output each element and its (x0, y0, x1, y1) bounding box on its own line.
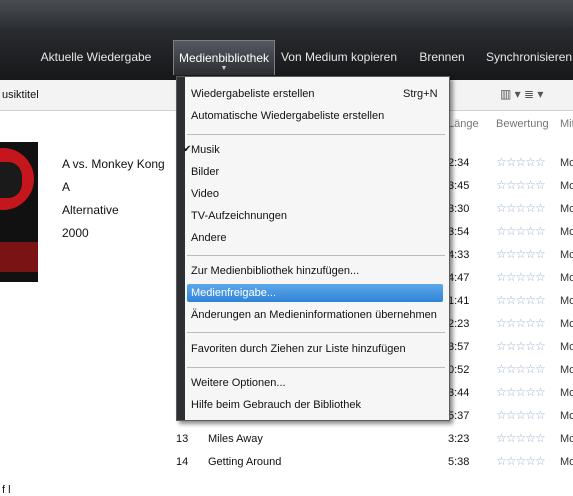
menu-item-add-favorites[interactable]: Favoriten durch Ziehen zur Liste hinzufü… (191, 343, 406, 355)
menu-gutter (177, 77, 185, 420)
rating-stars[interactable]: ☆☆☆☆☆ (496, 155, 546, 169)
album-art-strip (0, 242, 38, 272)
menu-item-create-playlist[interactable]: Wiedergabeliste erstellen (191, 88, 315, 100)
rating-stars[interactable]: ☆☆☆☆☆ (496, 431, 546, 445)
menu-separator (187, 134, 445, 135)
menu-separator (187, 367, 445, 368)
mit-cell: Mo (560, 387, 573, 399)
rating-stars[interactable]: ☆☆☆☆☆ (496, 224, 546, 238)
mit-cell: Mo (560, 249, 573, 261)
tab-burn[interactable]: Brennen (414, 40, 470, 74)
rating-stars[interactable]: ☆☆☆☆☆ (496, 339, 546, 353)
mit-cell: Mo (560, 341, 573, 353)
mit-cell: Mo (560, 226, 573, 238)
track-length: 3:23 (448, 433, 470, 445)
mit-cell: Mo (560, 318, 573, 330)
menu-item-music[interactable]: ✔ Musik (183, 144, 220, 156)
track-length: 2:23 (448, 318, 470, 330)
mit-cell: Mo (560, 203, 573, 215)
menu-item-other[interactable]: Andere (191, 232, 226, 244)
tab-rip[interactable]: Von Medium kopieren (280, 40, 398, 74)
album-title: A (62, 180, 71, 194)
menu-item-apply-changes[interactable]: Änderungen an Medieninformationen überne… (191, 309, 437, 321)
chevron-down-icon: ▼ (220, 65, 228, 72)
menu-separator (187, 332, 445, 333)
menu-item-create-auto-playlist[interactable]: Automatische Wiedergabeliste erstellen (191, 110, 384, 122)
rating-stars[interactable]: ☆☆☆☆☆ (496, 201, 546, 215)
rating-stars[interactable]: ☆☆☆☆☆ (496, 316, 546, 330)
checkmark-icon: ✔ (183, 144, 192, 155)
mit-cell: Mo (560, 410, 573, 422)
mit-cell: Mo (560, 364, 573, 376)
rating-stars[interactable]: ☆☆☆☆☆ (496, 362, 546, 376)
rating-stars[interactable]: ☆☆☆☆☆ (496, 178, 546, 192)
track-number: 14 (176, 456, 189, 468)
rating-stars[interactable]: ☆☆☆☆☆ (496, 293, 546, 307)
track-length: 3:57 (448, 341, 470, 353)
menu-item-more-options[interactable]: Weitere Optionen... (191, 377, 286, 389)
rating-stars[interactable]: ☆☆☆☆☆ (496, 408, 546, 422)
rating-stars[interactable]: ☆☆☆☆☆ (496, 270, 546, 284)
menu-item-tv[interactable]: TV-Aufzeichnungen (191, 210, 287, 222)
rating-stars[interactable]: ☆☆☆☆☆ (496, 247, 546, 261)
menu-shortcut-create-playlist: Strg+N (403, 88, 438, 100)
track-length: 3:54 (448, 226, 470, 238)
menu-item-pictures[interactable]: Bilder (191, 166, 219, 178)
menu-item-add-to-library[interactable]: Zur Medienbibliothek hinzufügen... (191, 265, 359, 277)
column-header-mit[interactable]: Mit (560, 118, 573, 130)
menu-item-label: Musik (191, 144, 220, 156)
rating-stars[interactable]: ☆☆☆☆☆ (496, 385, 546, 399)
footer-text: f l (2, 484, 11, 496)
track-number: 13 (176, 433, 189, 445)
track-title[interactable]: Getting Around (208, 456, 281, 468)
track-length: 4:33 (448, 249, 470, 261)
breadcrumb[interactable]: usiktitel (2, 89, 39, 101)
rating-stars[interactable]: ☆☆☆☆☆ (496, 454, 546, 468)
track-length: 2:34 (448, 157, 470, 169)
album-artist: A vs. Monkey Kong (62, 157, 165, 171)
library-dropdown-menu: Wiedergabeliste erstellen Strg+N Automat… (176, 76, 450, 421)
track-length: 5:38 (448, 456, 470, 468)
track-length: 0:52 (448, 364, 470, 376)
track-length: 4:47 (448, 272, 470, 284)
menu-item-help[interactable]: Hilfe beim Gebrauch der Bibliothek (191, 399, 361, 411)
track-length: 5:37 (448, 410, 470, 422)
track-title[interactable]: Miles Away (208, 433, 263, 445)
track-length: 1:41 (448, 295, 470, 307)
column-header-rating[interactable]: Bewertung (496, 118, 549, 130)
tab-now-playing[interactable]: Aktuelle Wiedergabe (40, 40, 152, 74)
menu-separator (187, 255, 445, 256)
tab-library-label: Medienbibliothek (178, 51, 270, 65)
tab-library[interactable]: Medienbibliothek ▼ (173, 40, 275, 75)
album-genre: Alternative (62, 203, 119, 217)
mit-cell: Mo (560, 272, 573, 284)
mit-cell: Mo (560, 295, 573, 307)
track-length: 3:30 (448, 203, 470, 215)
tab-sync[interactable]: Synchronisieren (486, 40, 573, 74)
menu-item-video[interactable]: Video (191, 188, 219, 200)
menu-item-label: Wiedergabeliste erstellen (191, 88, 315, 100)
view-options-icon[interactable]: ▥ ▾ ≣ ▾ (500, 87, 543, 101)
column-header-length[interactable]: Länge (448, 118, 479, 130)
track-length: 3:45 (448, 180, 470, 192)
mit-cell: Mo (560, 456, 573, 468)
album-year: 2000 (62, 226, 89, 240)
album-art-face (0, 162, 22, 198)
mit-cell: Mo (560, 180, 573, 192)
mit-cell: Mo (560, 157, 573, 169)
menu-item-media-sharing[interactable]: Medienfreigabe... (187, 284, 443, 302)
track-length: 3:44 (448, 387, 470, 399)
album-art[interactable] (0, 142, 38, 282)
mit-cell: Mo (560, 433, 573, 445)
